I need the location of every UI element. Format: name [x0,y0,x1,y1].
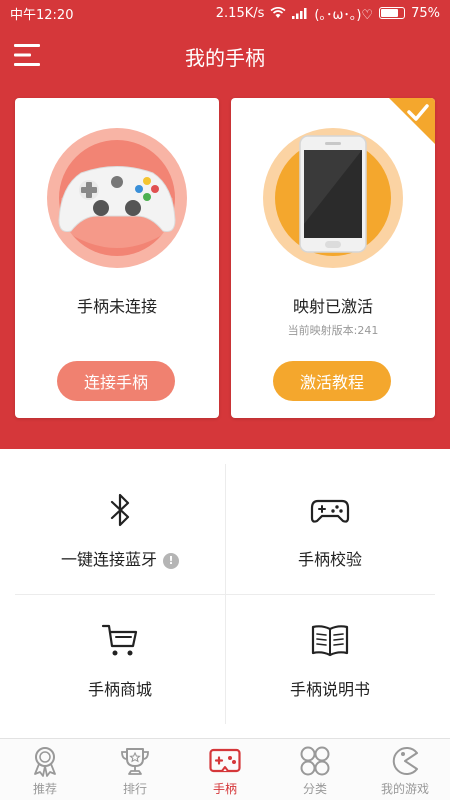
controller-shop-label: 手柄商城 [87,680,152,699]
battery-icon [379,7,406,19]
tab-recommend-label: 推荐 [32,782,57,796]
controller-calibration-item[interactable]: 手柄校验 [225,464,435,594]
info-icon: ! [163,553,179,569]
tab-controller[interactable]: 手柄 [180,739,270,801]
network-speed: 2.15K/s [215,5,265,21]
bluetooth-icon [110,493,130,527]
title-bar: 我的手柄 [0,26,450,86]
gamepad-icon [209,748,241,773]
clover-icon [300,746,330,776]
tab-recommend[interactable]: 推荐 [0,739,90,801]
controller-manual-item[interactable]: 手柄说明书 [225,594,435,724]
mapping-version: 当前映射版本:241 [287,324,379,337]
signal-icon [292,8,307,19]
controller-shop-item[interactable]: 手柄商城 [15,594,225,724]
phone-icon [263,128,403,268]
trophy-icon [121,748,149,775]
mapping-card: 映射已激活 当前映射版本:241 激活教程 [231,98,435,418]
status-time: 中午12:20 [10,7,74,23]
bluetooth-connect-item[interactable]: 一键连接蓝牙! [15,464,225,594]
tab-category-label: 分类 [302,782,327,796]
controller-calibration-label: 手柄校验 [297,550,362,569]
medal-icon [34,747,56,777]
controller-status: 手柄未连接 [76,297,157,316]
shopping-cart-icon [101,624,138,656]
connect-controller-button[interactable]: 连接手柄 [57,361,175,401]
controller-manual-label: 手柄说明书 [289,680,370,699]
tab-my-games-label: 我的游戏 [380,782,429,796]
status-emoticon: (｡･ω･｡)♡ [314,7,374,23]
status-bar: 中午12:20 2.15K/s (｡･ω･｡)♡ 75% [0,0,450,26]
page-title: 我的手柄 [185,46,265,70]
activation-tutorial-button[interactable]: 激活教程 [273,361,391,401]
tab-category[interactable]: 分类 [270,739,360,801]
bluetooth-connect-label: 一键连接蓝牙 [60,550,157,569]
pacman-icon [392,747,418,775]
tab-my-games[interactable]: 我的游戏 [360,739,450,801]
gamepad-outline-icon [310,499,350,523]
tab-ranking[interactable]: 排行 [90,739,180,801]
mapping-status: 映射已激活 [292,297,373,316]
wifi-icon [270,7,286,18]
tab-ranking-label: 排行 [122,782,147,796]
book-icon [311,625,349,657]
gamepad-icon [47,128,187,268]
bottom-tab-bar: 推荐 排行 手柄 分类 我的游戏 [0,738,450,800]
tab-controller-label: 手柄 [212,782,237,796]
feature-grid: 一键连接蓝牙! 手柄校验 手柄商城 手柄说明书 [15,464,435,724]
controller-card: 手柄未连接 连接手柄 [15,98,219,418]
battery-percent: 75% [411,5,440,21]
